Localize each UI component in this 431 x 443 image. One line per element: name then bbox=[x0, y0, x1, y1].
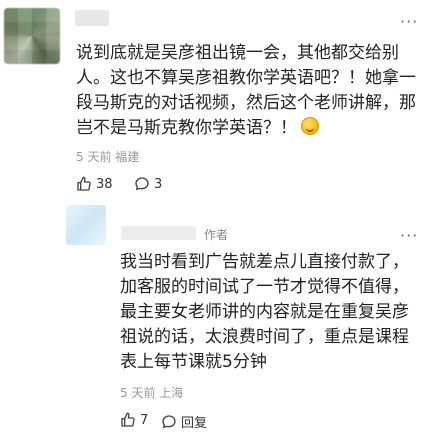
reply-count: 3 bbox=[154, 176, 163, 192]
reply-author-avatar[interactable] bbox=[66, 205, 106, 245]
more-dots-icon[interactable]: ··· bbox=[400, 226, 418, 245]
comment-meta: 5 天前 福建 bbox=[76, 148, 139, 165]
reply-label: 回复 bbox=[181, 416, 208, 431]
comment-text-body: 说到底就是吴彦祖出镜一会，其他都交给别人。这也不算吴彦祖教你学英语吧？！她拿一段… bbox=[76, 43, 416, 138]
commenter-avatar[interactable] bbox=[4, 8, 60, 64]
author-tag: 作者 bbox=[204, 228, 229, 242]
comment-time: 5 天前 bbox=[76, 150, 112, 164]
reply-meta: 5 天前 上海 bbox=[120, 384, 183, 401]
thumbs-up-icon bbox=[121, 412, 135, 427]
more-dots-icon[interactable]: ··· bbox=[400, 12, 418, 31]
like-count: 38 bbox=[96, 176, 113, 192]
reply-text: 我当时看到广告就差点儿直接付款了，加客服的时间试了一节才觉得不值得，最主要女老师… bbox=[120, 252, 409, 372]
like-button[interactable]: 38 bbox=[76, 176, 113, 192]
reply-like-count: 7 bbox=[140, 412, 149, 428]
chat-bubble-icon bbox=[162, 414, 176, 428]
thumbs-up-icon bbox=[77, 176, 91, 191]
reply-button[interactable]: 回复 bbox=[161, 412, 207, 431]
reply-location: 上海 bbox=[159, 386, 184, 400]
chat-bubble-icon bbox=[135, 177, 149, 190]
reply-like-button[interactable]: 7 bbox=[120, 412, 148, 428]
commenter-name-redacted[interactable] bbox=[75, 10, 109, 26]
grinning-face-icon bbox=[301, 117, 319, 135]
comment-text: 说到底就是吴彦祖出镜一会，其他都交给别人。这也不算吴彦祖教你学英语吧？！她拿一段… bbox=[76, 41, 421, 141]
reply-count-button[interactable]: 3 bbox=[134, 176, 162, 192]
comment-location: 福建 bbox=[115, 150, 140, 164]
reply-author-name-redacted[interactable] bbox=[121, 226, 196, 240]
reply-time: 5 天前 bbox=[120, 386, 156, 400]
